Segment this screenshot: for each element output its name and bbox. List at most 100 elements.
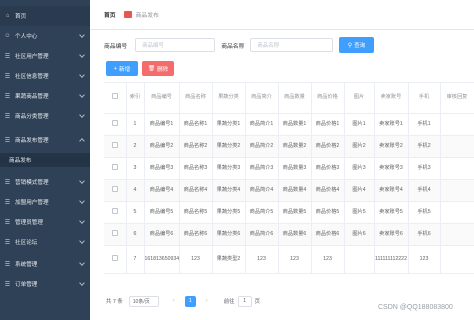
prev-page-icon[interactable]: ‹ xyxy=(169,296,179,307)
watermark: CSDN @QQ188083800 xyxy=(378,304,453,311)
row-select-cell[interactable] xyxy=(104,245,127,274)
table-cell xyxy=(440,157,474,180)
row-select-cell[interactable] xyxy=(104,201,127,224)
table-cell: 商品价格2 xyxy=(311,135,345,158)
sidebar-subitem-publish[interactable]: 商品发布 xyxy=(0,153,90,167)
table-row[interactable]: 5 商品编号5 商品名称5 果蔬分类5 商品简介5 商品数量5 商品价格5 图片5 卖家账号5 手… xyxy=(104,201,474,224)
sidebar-item-category[interactable]: ☰ 商品分类管理 xyxy=(0,106,90,126)
next-page-icon[interactable]: › xyxy=(202,296,212,307)
row-checkbox[interactable] xyxy=(111,207,118,214)
table-cell: 5 xyxy=(126,201,145,224)
header-select[interactable] xyxy=(104,83,127,114)
table-cell: 商品编号5 xyxy=(144,201,180,224)
chevron-down-icon xyxy=(79,72,85,78)
row-checkbox[interactable] xyxy=(111,254,118,261)
table-cell: 商品编号4 xyxy=(144,179,180,202)
table-cell: 卖家账号6 xyxy=(374,223,409,246)
sidebar-item-profile[interactable]: ☺ 个人中心 xyxy=(0,26,90,46)
select-all-checkbox[interactable] xyxy=(111,93,118,100)
row-select-cell[interactable] xyxy=(104,113,127,136)
table-cell: 商品编号3 xyxy=(144,157,180,180)
breadcrumb-home[interactable]: 首页 xyxy=(104,10,116,19)
search-button[interactable]: ⚲ 查询 xyxy=(339,37,374,53)
sidebar-item-label: 社区论坛 xyxy=(15,240,38,246)
search-icon: ⚲ xyxy=(347,42,353,49)
sidebar-item-label: 订单管理 xyxy=(15,282,38,288)
column-header[interactable]: 商品简介 xyxy=(245,83,279,114)
add-button[interactable]: + 新增 xyxy=(106,61,138,76)
column-header[interactable]: 商品价格 xyxy=(311,83,345,114)
marketing-icon: ☰ xyxy=(4,179,11,186)
table-row[interactable]: 7 1618136509346 123 果蔬类型2 123 123 123 111111112… xyxy=(104,245,474,274)
table-cell: 商品简介1 xyxy=(245,113,279,136)
sidebar-item-orders[interactable]: ☰ 订单管理 xyxy=(0,274,90,294)
plus-icon: + xyxy=(113,65,118,72)
sidebar-item-admin[interactable]: ☰ 管理员管理 xyxy=(0,212,90,232)
column-header[interactable]: 商品数量 xyxy=(278,83,312,114)
table-cell xyxy=(440,113,474,136)
table-cell: 卖家账号4 xyxy=(374,179,409,202)
row-checkbox[interactable] xyxy=(111,141,118,148)
sidebar-item-franchise[interactable]: ☰ 加盟用户管理 xyxy=(0,192,90,212)
sidebar-item-goods[interactable]: ☰ 果蔬商品管理 xyxy=(0,86,90,106)
goods-table: 索引 商品编号 商品名称 果蔬分类 商品简介 商品数量 商品价格 图片 卖家账号… xyxy=(104,82,474,290)
page-number-current[interactable]: 1 xyxy=(184,295,196,307)
goto-page-input[interactable]: 1 xyxy=(237,295,252,307)
row-select-cell[interactable] xyxy=(104,135,127,158)
breadcrumb: 首页 商品发布 xyxy=(90,0,474,30)
sidebar-item-community-users[interactable]: ☰ 社区用户管理 xyxy=(0,46,90,66)
total-count: 共 7 条 xyxy=(106,299,123,305)
row-checkbox[interactable] xyxy=(111,229,118,236)
table-cell: 商品价格3 xyxy=(311,157,345,180)
table-cell: 商品编号2 xyxy=(144,135,180,158)
sidebar-item-label: 商品分类管理 xyxy=(15,114,49,120)
table-cell: 商品名称6 xyxy=(179,223,213,246)
chevron-down-icon xyxy=(79,280,85,286)
sidebar-item-publish[interactable]: ☰ 商品发布管理 xyxy=(0,130,90,150)
table-row[interactable]: 3 商品编号3 商品名称3 果蔬分类3 商品简介3 商品数量3 商品价格3 图片3 卖家账号3 手… xyxy=(104,157,474,180)
goods-icon: ☰ xyxy=(4,93,11,100)
sidebar-item-system[interactable]: ☰ 系统管理 xyxy=(0,254,90,274)
table-cell: 果蔬分类1 xyxy=(212,113,246,136)
page-size-select[interactable]: 10条/页 xyxy=(128,295,159,307)
row-checkbox[interactable] xyxy=(111,163,118,170)
admin-icon: ☰ xyxy=(4,219,11,226)
sidebar-item-label: 社区信息管理 xyxy=(15,74,49,80)
table-cell: 商品编号1 xyxy=(144,113,180,136)
row-select-cell[interactable] xyxy=(104,223,127,246)
table-row[interactable]: 1 商品编号1 商品名称1 果蔬分类1 商品简介1 商品数量1 商品价格1 图片1 卖家账号1 手… xyxy=(104,113,474,136)
row-select-cell[interactable] xyxy=(104,179,127,202)
table-cell xyxy=(440,135,474,158)
table-row[interactable]: 6 商品编号6 商品名称6 果蔬分类6 商品简介6 商品数量6 商品价格6 图片6 卖家账号6 手… xyxy=(104,223,474,246)
table-cell: 手机1 xyxy=(408,113,441,136)
table-cell: 手机3 xyxy=(408,157,441,180)
delete-button-label: 删除 xyxy=(156,66,169,73)
table-row[interactable]: 2 商品编号2 商品名称2 果蔬分类2 商品简介2 商品数量2 商品价格2 图片2 卖家账号2 手… xyxy=(104,135,474,158)
sidebar-item-community-info[interactable]: ☰ 社区信息管理 xyxy=(0,66,90,86)
table-cell: 123 xyxy=(408,245,441,274)
goods-number-input[interactable]: 商品编号 xyxy=(135,38,216,52)
table-cell: 果蔬分类3 xyxy=(212,157,246,180)
table-cell: 商品名称4 xyxy=(179,179,213,202)
column-header[interactable]: 商品编号 xyxy=(144,83,180,114)
user-icon: ☺ xyxy=(4,33,11,39)
sidebar-item-marketing[interactable]: ☰ 营销模式管理 xyxy=(0,172,90,192)
column-header[interactable]: 卖家账号 xyxy=(374,83,409,114)
sidebar-item-forum[interactable]: ☰ 社区论坛 xyxy=(0,232,90,252)
table-cell: 商品简介5 xyxy=(245,201,279,224)
table-cell: 卖家账号5 xyxy=(374,201,409,224)
table-cell: 卖家账号1 xyxy=(374,113,409,136)
sidebar-item-home[interactable]: ⌂ 首页 xyxy=(0,6,90,26)
row-select-cell[interactable] xyxy=(104,157,127,180)
column-header[interactable]: 果蔬分类 xyxy=(212,83,246,114)
row-checkbox[interactable] xyxy=(111,185,118,192)
table-cell: 卖家账号3 xyxy=(374,157,409,180)
delete-button[interactable]: 🗑 删除 xyxy=(142,61,174,76)
table-row[interactable]: 4 商品编号4 商品名称4 果蔬分类4 商品简介4 商品数量4 商品价格4 图片4 卖家账号4 手… xyxy=(104,179,474,202)
column-header[interactable]: 手机 xyxy=(408,83,441,114)
column-header[interactable]: 商品名称 xyxy=(179,83,213,114)
goods-name-input[interactable]: 商品名称 xyxy=(250,38,334,52)
column-header[interactable]: 审核回复 xyxy=(440,83,474,114)
row-checkbox[interactable] xyxy=(111,119,118,126)
chevron-down-icon xyxy=(79,32,85,38)
